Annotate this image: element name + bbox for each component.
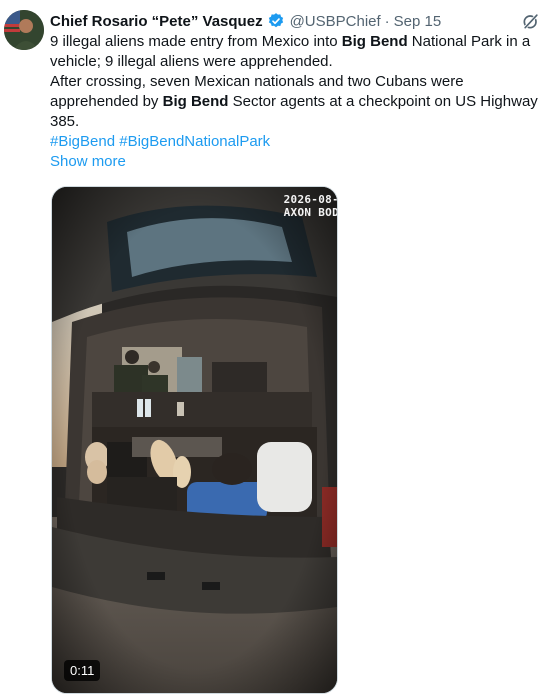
video-player[interactable]: 2026-08- AXON BOD 0:11: [51, 186, 338, 694]
tweet-paragraph-1: 9 illegal aliens made entry from Mexico …: [50, 32, 546, 72]
separator-dot: ·: [384, 12, 390, 30]
post-date[interactable]: Sep 15: [394, 13, 442, 30]
tweet-paragraph-2: After crossing, seven Mexican nationals …: [50, 72, 546, 132]
verified-badge-icon[interactable]: [267, 12, 285, 30]
timestamp-line: 2026-08-: [283, 193, 338, 206]
text-segment: 9 illegal aliens made entry from Mexico …: [50, 33, 342, 50]
grok-icon[interactable]: [521, 11, 541, 31]
video-frame: [52, 187, 337, 693]
author-handle[interactable]: @USBPChief: [290, 13, 381, 30]
author-name[interactable]: Chief Rosario “Pete” Vasquez: [50, 13, 263, 30]
bold-text: Big Bend: [162, 93, 229, 110]
hashtags: #BigBend #BigBendNationalPark: [50, 132, 546, 152]
tweet-header: Chief Rosario “Pete” Vasquez @USBPChief …: [50, 10, 541, 32]
avatar[interactable]: [4, 10, 44, 50]
bold-text: Big Bend: [341, 33, 408, 50]
video-duration-badge: 0:11: [64, 660, 101, 681]
show-more-link[interactable]: Show more: [50, 152, 546, 172]
timestamp-line: AXON BOD: [283, 206, 338, 219]
hashtag-bigbendnationalpark[interactable]: #BigBendNationalPark: [119, 133, 270, 150]
video-timestamp-overlay: 2026-08- AXON BOD: [283, 193, 338, 219]
hashtag-bigbend[interactable]: #BigBend: [50, 133, 115, 150]
tweet-text: 9 illegal aliens made entry from Mexico …: [50, 32, 546, 172]
